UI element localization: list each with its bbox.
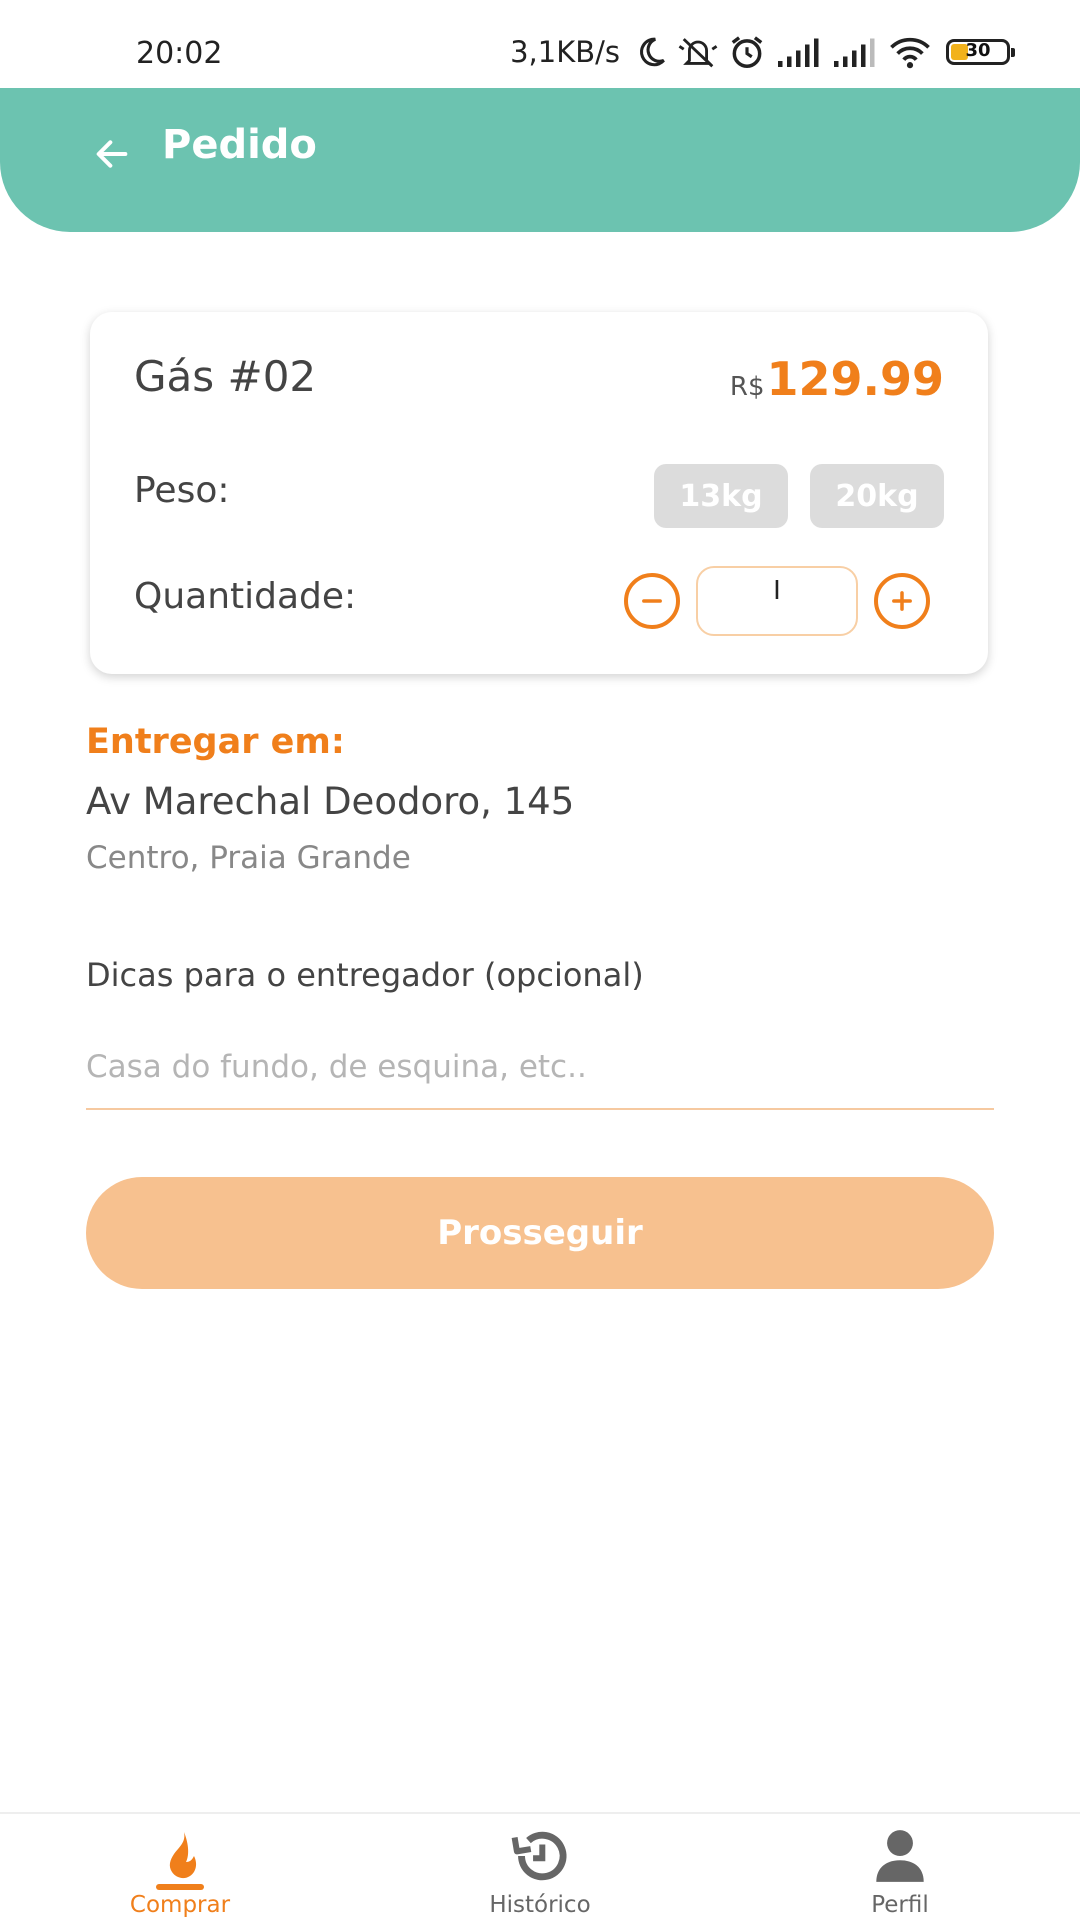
plus-icon [892, 591, 912, 611]
price-currency: R$ [729, 372, 765, 402]
arrow-left-icon [96, 140, 128, 168]
status-time: 20:02 [136, 36, 223, 71]
tips-input[interactable] [86, 1026, 994, 1110]
quantity-input[interactable] [696, 566, 858, 636]
decrease-quantity-button[interactable] [624, 573, 680, 629]
signal-icon [834, 38, 875, 67]
app-header: Pedido [0, 88, 1080, 232]
quantity-stepper [624, 566, 930, 636]
bottom-navigation: Comprar Histórico Perfil [0, 1812, 1080, 1920]
product-price: R$ 129.99 [730, 352, 944, 406]
page-title: Pedido [162, 122, 317, 168]
battery-icon: 30 [946, 39, 1015, 65]
product-name: Gás #02 [134, 352, 317, 401]
increase-quantity-button[interactable] [874, 573, 930, 629]
weight-option-20kg[interactable]: 20kg [810, 464, 944, 528]
status-icons: 3,1KB/s 30 [510, 32, 1015, 72]
back-button[interactable] [84, 126, 140, 182]
tips-label: Dicas para o entregador (opcional) [86, 956, 644, 994]
history-icon [511, 1831, 567, 1881]
alarm-icon [731, 36, 763, 68]
weight-option-13kg[interactable]: 13kg [654, 464, 788, 528]
address-street: Av Marechal Deodoro, 145 [86, 780, 575, 823]
nav-item-historico[interactable]: Histórico [420, 1814, 660, 1920]
product-card: Gás #02 R$ 129.99 Peso: 13kg 20kg Quanti… [90, 312, 988, 674]
quantity-label: Quantidade: [134, 576, 357, 617]
moon-icon [640, 37, 665, 67]
battery-percent: 30 [965, 40, 991, 61]
wifi-icon [890, 37, 930, 69]
nav-label-perfil: Perfil [871, 1892, 929, 1918]
weight-label: Peso: [134, 470, 230, 511]
flame-icon [156, 1832, 204, 1890]
user-icon [876, 1830, 924, 1882]
deliver-to-label: Entregar em: [86, 722, 345, 762]
proceed-button[interactable]: Prosseguir [86, 1177, 994, 1289]
minus-icon [642, 599, 662, 603]
nav-label-historico: Histórico [489, 1892, 591, 1918]
muted-bell-icon [678, 38, 718, 68]
nav-item-comprar[interactable]: Comprar [60, 1814, 300, 1920]
signal-icon [778, 38, 819, 67]
nav-item-perfil[interactable]: Perfil [780, 1814, 1020, 1920]
weight-options: 13kg 20kg [654, 464, 944, 528]
address-district: Centro, Praia Grande [86, 840, 411, 876]
price-value: 129.99 [766, 352, 944, 406]
network-speed: 3,1KB/s [510, 35, 620, 69]
nav-label-comprar: Comprar [129, 1892, 231, 1918]
status-bar: 20:02 3,1KB/s 30 [0, 0, 1080, 88]
